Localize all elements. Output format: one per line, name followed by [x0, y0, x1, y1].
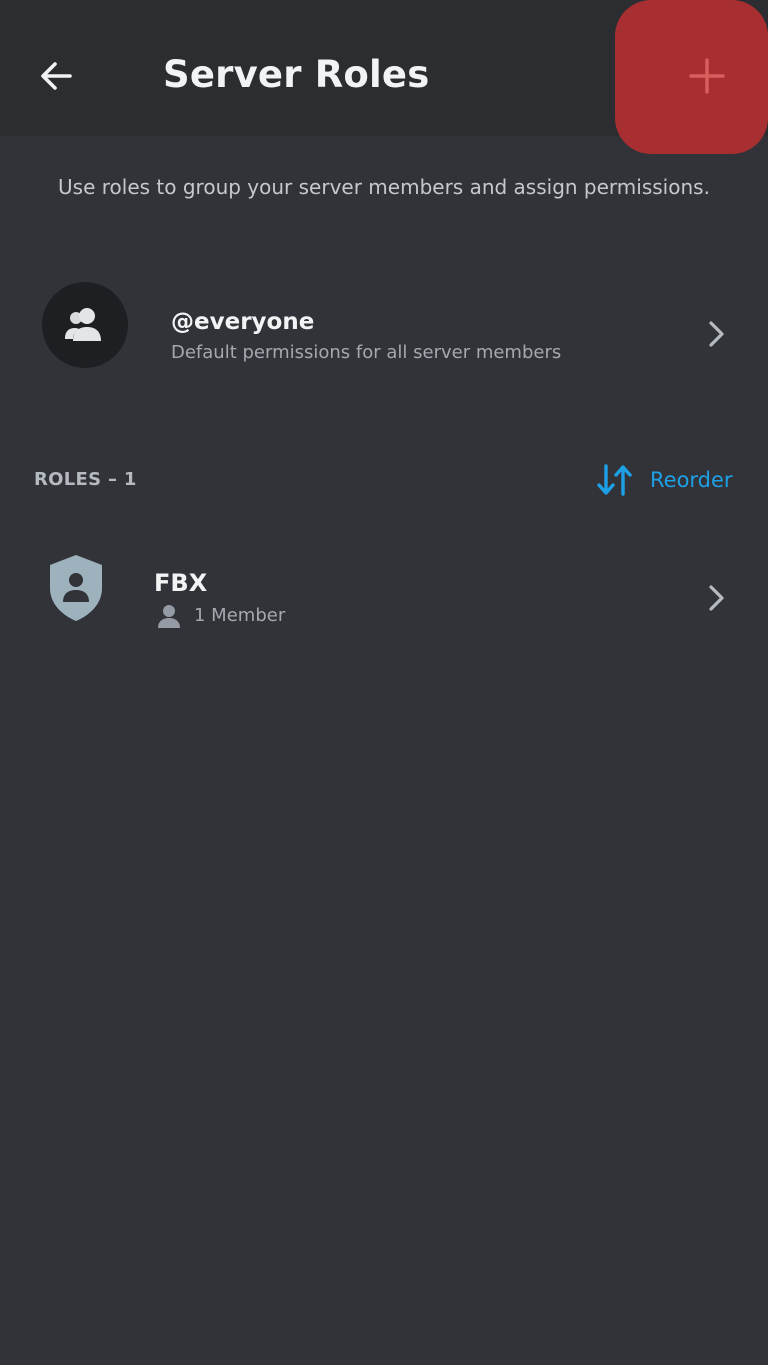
page-description: Use roles to group your server members a… [58, 175, 710, 199]
everyone-role-row[interactable]: @everyone Default permissions for all se… [0, 270, 768, 390]
people-icon [65, 308, 101, 341]
everyone-role-description: Default permissions for all server membe… [171, 342, 562, 363]
chevron-right-icon [709, 321, 724, 347]
shield-user-icon [50, 555, 102, 621]
role-row-fbx[interactable]: FBX 1 Member [0, 540, 768, 650]
role-member-count: 1 Member [156, 602, 285, 630]
swap-vertical-icon [597, 464, 632, 496]
add-role-button[interactable] [615, 0, 768, 154]
page-title: Server Roles [163, 53, 430, 96]
plus-icon [689, 58, 725, 94]
user-icon [158, 605, 180, 628]
reorder-button[interactable]: Reorder [596, 458, 733, 502]
role-members-label: 1 Member [194, 605, 286, 626]
reorder-label: Reorder [650, 468, 733, 492]
everyone-role-name: @everyone [171, 309, 315, 335]
chevron-right-icon [709, 585, 724, 611]
back-button[interactable] [26, 46, 86, 106]
arrow-left-icon [41, 62, 72, 90]
everyone-avatar [42, 282, 128, 368]
role-name: FBX [154, 569, 208, 597]
roles-section-header: ROLES – 1 [34, 469, 137, 490]
